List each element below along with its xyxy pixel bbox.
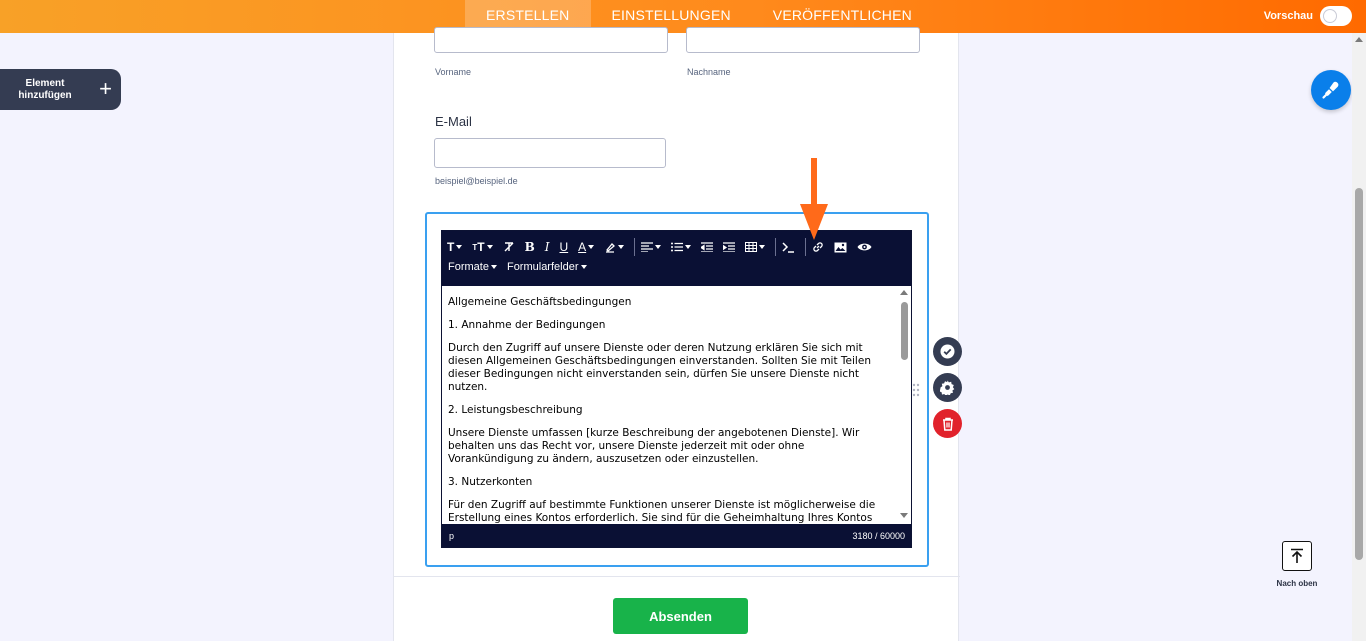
content-paragraph: 2. Leistungsbeschreibung xyxy=(448,404,583,416)
add-element-button[interactable]: Element hinzufügen + xyxy=(0,69,121,110)
back-to-top-label: Nach oben xyxy=(1276,579,1318,588)
trash-icon xyxy=(942,417,953,431)
font-family-button[interactable]: T xyxy=(447,238,463,256)
form-card: Vorname Nachname E-Mail beispiel@beispie… xyxy=(393,27,962,641)
back-to-top-button[interactable]: Nach oben xyxy=(1274,541,1320,588)
toolbar-divider xyxy=(634,238,636,256)
annotation-arrow-icon xyxy=(800,158,828,240)
preview-label: Vorschau xyxy=(1263,10,1313,22)
first-name-sublabel: Vorname xyxy=(435,67,472,77)
editor-statusbar: p 3180 / 60000 xyxy=(442,524,911,547)
paint-roller-icon xyxy=(1322,81,1339,99)
text-color-button[interactable]: A xyxy=(578,238,595,256)
form-fields-dropdown[interactable]: Formularfelder xyxy=(507,261,587,273)
content-paragraph: 3. Nutzerkonten xyxy=(448,476,533,488)
formats-dropdown[interactable]: Formate xyxy=(448,261,497,273)
preview-control: Vorschau xyxy=(1264,6,1352,26)
check-circle-icon xyxy=(940,344,955,359)
content-paragraph: Unsere Dienste umfassen [kurze Beschreib… xyxy=(448,427,860,465)
email-input[interactable] xyxy=(434,138,666,168)
form-separator xyxy=(394,576,960,577)
add-element-label: Element hinzufügen xyxy=(18,77,72,101)
clear-format-icon[interactable] xyxy=(503,238,515,256)
image-icon[interactable] xyxy=(834,238,847,256)
outdent-icon[interactable] xyxy=(701,238,714,256)
character-count: 3180 / 60000 xyxy=(852,531,905,541)
first-name-input[interactable] xyxy=(434,27,668,53)
toolbar-divider xyxy=(775,238,777,256)
bold-button[interactable]: B xyxy=(525,238,535,256)
plus-icon: + xyxy=(99,76,112,101)
content-paragraph: Für den Zugriff auf bestimmte Funktionen… xyxy=(448,499,876,524)
italic-button[interactable]: I xyxy=(545,238,550,256)
editor-toolbar: T TT B I U A Formate Formularfelder xyxy=(442,231,911,286)
content-paragraph: Allgemeine Geschäftsbedingungen xyxy=(448,296,632,308)
scroll-down-arrow-icon[interactable] xyxy=(900,513,908,518)
table-icon[interactable] xyxy=(745,238,766,256)
element-path: p xyxy=(449,531,455,541)
editor-content[interactable]: Allgemeine Geschäftsbedingungen 1. Annah… xyxy=(442,286,911,524)
arrow-up-icon xyxy=(1291,548,1303,563)
email-sublabel: beispiel@beispiel.de xyxy=(435,176,518,186)
gear-icon xyxy=(940,380,955,395)
last-name-input[interactable] xyxy=(686,27,920,53)
list-icon[interactable] xyxy=(671,238,692,256)
delete-field-button[interactable] xyxy=(933,409,962,438)
rich-text-editor: T TT B I U A Formate Formularfelder Allg… xyxy=(441,230,912,548)
highlight-icon[interactable] xyxy=(604,238,625,256)
code-icon[interactable] xyxy=(782,238,795,256)
content-paragraph: 1. Annahme der Bedingungen xyxy=(448,319,606,331)
editor-scroll-thumb[interactable] xyxy=(901,302,908,360)
scroll-up-arrow-icon[interactable] xyxy=(900,290,908,295)
confirm-button[interactable] xyxy=(933,337,962,366)
preview-toggle[interactable] xyxy=(1320,6,1352,26)
align-icon[interactable] xyxy=(641,238,662,256)
designer-button[interactable] xyxy=(1311,70,1351,110)
font-size-button[interactable]: TT xyxy=(472,238,493,256)
drag-handle-icon[interactable] xyxy=(912,383,920,397)
back-to-top-box xyxy=(1282,541,1312,571)
last-name-sublabel: Nachname xyxy=(687,67,731,77)
indent-icon[interactable] xyxy=(723,238,736,256)
top-bar: ERSTELLEN EINSTELLUNGEN VERÖFFENTLICHEN … xyxy=(0,0,1366,33)
page-scroll-thumb[interactable] xyxy=(1355,188,1363,560)
eye-icon[interactable] xyxy=(857,238,872,256)
field-settings-button[interactable] xyxy=(933,373,962,402)
page-scrollbar[interactable] xyxy=(1352,33,1366,641)
editor-scrollbar[interactable] xyxy=(899,288,909,520)
content-paragraph: Durch den Zugriff auf unsere Dienste ode… xyxy=(448,342,871,393)
underline-button[interactable]: U xyxy=(559,238,568,256)
submit-button[interactable]: Absenden xyxy=(613,598,748,634)
email-label: E-Mail xyxy=(435,114,472,129)
page-scroll-up-icon[interactable] xyxy=(1355,37,1363,42)
